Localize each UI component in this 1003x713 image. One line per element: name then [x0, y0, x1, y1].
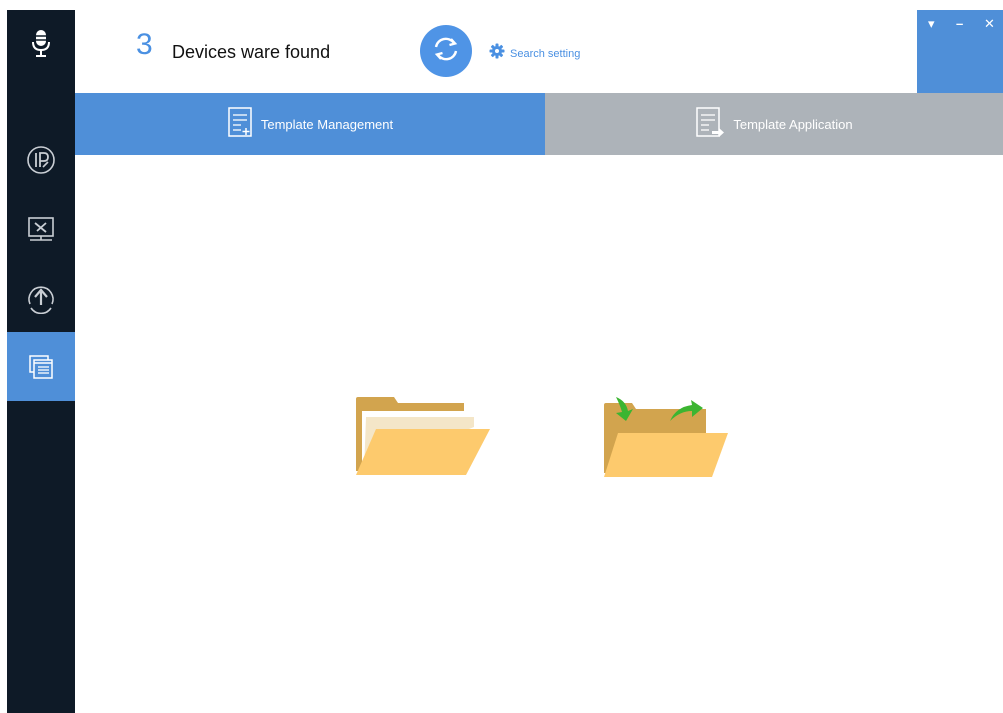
close-button[interactable]: ✕ — [984, 17, 995, 31]
refresh-button[interactable] — [420, 25, 472, 77]
gear-icon — [489, 43, 505, 64]
header: 3 Devices ware found Search setting ▾ – … — [75, 10, 1003, 93]
minimize-button[interactable]: – — [956, 17, 963, 31]
window-controls: ▾ – ✕ — [917, 10, 1003, 93]
microphone-icon — [7, 10, 75, 78]
tab-template-management[interactable]: Template Management — [75, 93, 545, 155]
tab-template-application[interactable]: Template Application — [545, 93, 1003, 155]
refresh-icon — [429, 32, 463, 71]
app-window: 3 Devices ware found Search setting ▾ – … — [7, 10, 1003, 713]
tools-monitor-icon — [26, 214, 56, 244]
sidebar — [7, 10, 75, 713]
template-management-panel — [75, 155, 1003, 713]
template-window-icon — [26, 352, 56, 382]
import-export-folder-icon[interactable] — [602, 393, 732, 484]
open-folder-icon[interactable] — [354, 395, 494, 482]
sidebar-item-template[interactable] — [7, 332, 75, 401]
ip-edit-icon — [26, 145, 56, 175]
devices-found-label: Devices ware found — [172, 42, 331, 62]
template-add-icon — [227, 106, 253, 143]
template-apply-icon — [695, 106, 725, 143]
device-count: 3 — [136, 28, 153, 61]
menu-dropdown-icon[interactable]: ▾ — [928, 17, 935, 31]
upgrade-icon — [25, 282, 57, 314]
sidebar-item-tools[interactable] — [7, 194, 75, 263]
tab-template-application-label: Template Application — [733, 116, 853, 132]
tab-bar: Template Management Template Application — [75, 93, 1003, 155]
search-setting-button[interactable]: Search setting — [489, 43, 580, 64]
sidebar-item-upgrade[interactable] — [7, 263, 75, 332]
sidebar-item-ip[interactable] — [7, 125, 75, 194]
search-setting-label: Search setting — [510, 47, 581, 60]
tab-template-management-label: Template Management — [260, 116, 394, 132]
